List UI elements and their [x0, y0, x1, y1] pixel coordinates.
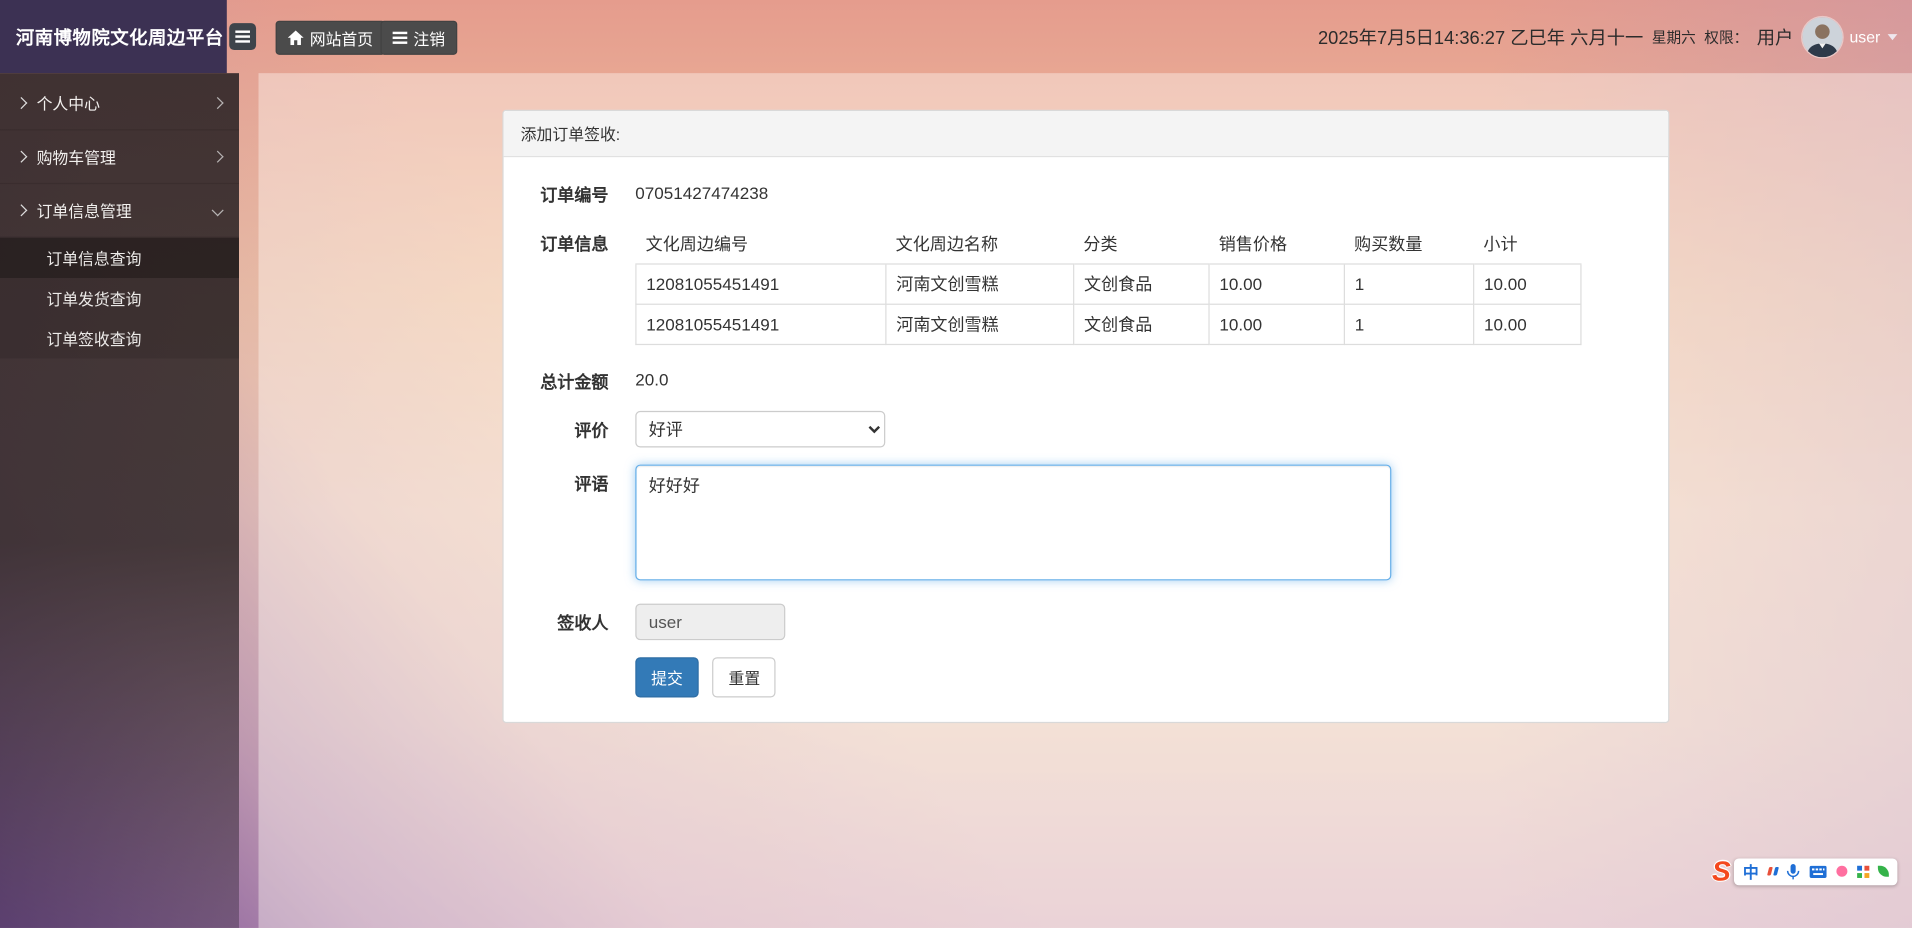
datetime-text: 2025年7月5日14:36:27 乙巳年 六月十一 [1318, 24, 1643, 50]
receiver-row: 签收人 [522, 604, 1650, 641]
table-row: 12081055451491 河南文创雪糕 文创食品 10.00 1 10.00 [636, 264, 1581, 304]
chevron-right-icon [15, 151, 27, 163]
add-order-receipt-panel: 添加订单签收: 订单编号 07051427474238 订单信息 [502, 110, 1669, 723]
table-cell: 10.00 [1474, 304, 1581, 344]
home-button[interactable]: 网站首页 [276, 21, 386, 55]
sidebar-item-order-management[interactable]: 订单信息管理 [0, 184, 239, 238]
top-bar: 河南博物院文化周边平台 网站首页 注销 2025年7月5日14:36:27 乙巳… [0, 0, 1912, 73]
col-header: 分类 [1074, 224, 1209, 264]
role-text: 用户 [1757, 24, 1794, 50]
application-window: 河南博物院文化周边平台 网站首页 注销 2025年7月5日14:36:27 乙巳… [0, 0, 1912, 928]
comment-textarea[interactable]: 好好好 [635, 465, 1391, 581]
table-cell: 12081055451491 [636, 304, 886, 344]
logout-button[interactable]: 注销 [380, 21, 457, 55]
reset-button[interactable]: 重置 [713, 657, 776, 697]
sidebar: 个人中心 购物车管理 订单信息管理 订单信息查询 订单发货查询 订单签收查询 [0, 73, 239, 928]
form-actions-row: 提交 重置 [522, 657, 1650, 697]
table-cell: 10.00 [1209, 304, 1344, 344]
sidebar-item-cart-management[interactable]: 购物车管理 [0, 130, 239, 184]
col-header: 文化周边名称 [886, 224, 1074, 264]
sidebar-item-label: 个人中心 [37, 91, 100, 114]
sidebar-toggle-button[interactable] [229, 23, 256, 50]
sidebar-item-label: 订单信息管理 [37, 199, 132, 222]
keyboard-icon[interactable] [1810, 865, 1827, 877]
order-items-table: 文化周边编号 文化周边名称 分类 销售价格 购买数量 小计 [635, 224, 1581, 345]
chevron-right-icon [15, 97, 27, 109]
app-title-text: 河南博物院文化周边平台 [16, 24, 224, 50]
toolbox-icon[interactable] [1858, 866, 1863, 871]
weekday-text: 星期六 [1652, 26, 1696, 47]
rating-select[interactable]: 好评 [635, 411, 885, 448]
total-amount-label: 总计金额 [522, 362, 609, 394]
punctuation-icon[interactable] [1769, 867, 1778, 876]
col-header: 销售价格 [1209, 224, 1344, 264]
table-cell: 1 [1344, 304, 1473, 344]
order-no-value: 07051427474238 [635, 176, 768, 203]
sidebar-item-order-info-query[interactable]: 订单信息查询 [0, 238, 239, 278]
sidebar-subitem-label: 订单签收查询 [46, 327, 141, 350]
panel-body: 订单编号 07051427474238 订单信息 文化周边编号 [504, 157, 1669, 722]
col-header: 文化周边编号 [636, 224, 886, 264]
skin-icon[interactable] [1878, 866, 1889, 877]
table-cell: 1 [1344, 264, 1473, 304]
username-text: user [1849, 27, 1880, 45]
receiver-label: 签收人 [522, 604, 609, 636]
total-amount-value: 20.0 [635, 362, 668, 389]
table-cell: 12081055451491 [636, 264, 886, 304]
panel-title: 添加订单签收: [504, 111, 1669, 157]
table-cell: 河南文创雪糕 [886, 264, 1074, 304]
order-info-label: 订单信息 [522, 224, 609, 256]
chevron-right-icon [15, 204, 27, 216]
emoji-icon[interactable] [1837, 866, 1848, 877]
user-photo [1802, 16, 1842, 56]
chevron-right-icon [212, 97, 224, 109]
chevron-down-icon [1888, 34, 1898, 40]
order-no-label: 订单编号 [522, 176, 609, 208]
home-button-label: 网站首页 [310, 26, 373, 49]
avatar[interactable] [1802, 16, 1842, 56]
submit-button[interactable]: 提交 [635, 657, 698, 697]
app-title: 河南博物院文化周边平台 [0, 0, 227, 73]
permission-label: 权限： [1704, 26, 1748, 47]
logout-button-label: 注销 [413, 26, 445, 49]
sidebar-subitem-label: 订单发货查询 [46, 287, 141, 310]
sidebar-item-order-shipping-query[interactable]: 订单发货查询 [0, 278, 239, 318]
main-content: 添加订单签收: 订单编号 07051427474238 订单信息 [259, 73, 1912, 928]
home-icon [288, 30, 304, 45]
table-cell: 河南文创雪糕 [886, 304, 1074, 344]
user-menu[interactable]: user [1802, 16, 1897, 56]
sidebar-subitem-label: 订单信息查询 [46, 246, 141, 269]
comment-row: 评语 好好好 [522, 465, 1650, 587]
chinese-mode-icon[interactable]: 中 [1743, 860, 1759, 883]
actions-spacer [522, 657, 609, 664]
order-no-row: 订单编号 07051427474238 [522, 176, 1650, 208]
topbar-right-cluster: 2025年7月5日14:36:27 乙巳年 六月十一 星期六 权限： 用户 us… [1318, 0, 1897, 73]
table-cell: 文创食品 [1074, 304, 1209, 344]
sidebar-item-label: 购物车管理 [37, 145, 116, 168]
hamburger-icon [235, 35, 250, 37]
ime-toolbar: S 中 [1712, 857, 1898, 885]
ime-bar: 中 [1734, 858, 1897, 885]
table-cell: 10.00 [1209, 264, 1344, 304]
receiver-input[interactable] [635, 604, 785, 641]
chevron-down-icon [212, 204, 224, 216]
order-info-row: 订单信息 文化周边编号 文化周边名称 分类 销售价 [522, 224, 1650, 345]
total-amount-row: 总计金额 20.0 [522, 362, 1650, 394]
sidebar-item-order-receipt-query[interactable]: 订单签收查询 [0, 318, 239, 358]
rating-label: 评价 [522, 411, 609, 443]
sogou-logo-icon[interactable]: S [1712, 857, 1731, 885]
sidebar-item-personal-center[interactable]: 个人中心 [0, 77, 239, 131]
table-header-row: 文化周边编号 文化周边名称 分类 销售价格 购买数量 小计 [636, 224, 1581, 264]
mic-icon[interactable] [1787, 863, 1800, 880]
table-row: 12081055451491 河南文创雪糕 文创食品 10.00 1 10.00 [636, 304, 1581, 344]
chevron-right-icon [212, 151, 224, 163]
table-cell: 文创食品 [1074, 264, 1209, 304]
table-cell: 10.00 [1474, 264, 1581, 304]
col-header: 小计 [1474, 224, 1581, 264]
list-icon [393, 37, 408, 39]
comment-label: 评语 [522, 465, 609, 497]
rating-row: 评价 好评 [522, 411, 1650, 448]
col-header: 购买数量 [1344, 224, 1473, 264]
